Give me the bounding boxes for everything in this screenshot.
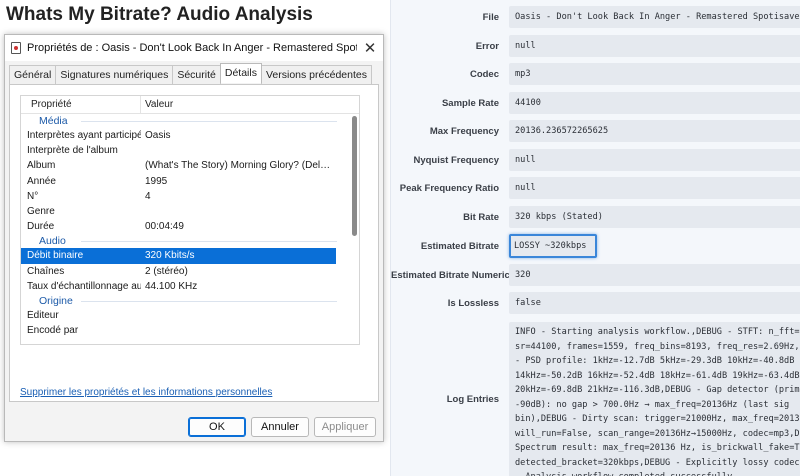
dialog-title: Propriétés de : Oasis - Don't Look Back …	[27, 42, 357, 54]
tab-security[interactable]: Sécurité	[172, 65, 221, 85]
estimated-bitrate-value[interactable]: LOSSY ~320kbps	[509, 234, 597, 258]
property-name: Album	[27, 160, 56, 172]
list-header: Propriété Valeur	[21, 96, 359, 114]
column-header-property[interactable]: Propriété	[21, 96, 141, 113]
log-line: will_run=False, scan_range=20136Hz→15000…	[515, 428, 800, 439]
log-line: - Analysis workflow completed successful…	[515, 470, 800, 476]
field-label: Peak Frequency Ratio	[399, 183, 499, 194]
property-name: Genre	[27, 206, 55, 218]
field-label: Nyquist Frequency	[413, 155, 499, 166]
field-value[interactable]: false	[509, 292, 800, 314]
list-item[interactable]: Interprète de l'album	[21, 143, 359, 158]
group-label: Média	[39, 115, 74, 127]
field-label: Sample Rate	[441, 98, 499, 109]
property-value: 00:04:49	[145, 221, 184, 233]
details-panel: Propriété Valeur Média Interprètes ayant…	[9, 84, 379, 402]
field-label: Max Frequency	[429, 126, 499, 137]
dialog-tabs: Général Signatures numériques Sécurité D…	[9, 63, 372, 85]
group-audio: Audio	[21, 234, 359, 248]
group-media: Média	[21, 114, 359, 128]
group-divider	[81, 121, 337, 122]
close-icon[interactable]: ✕	[357, 35, 383, 61]
column-header-value[interactable]: Valeur	[141, 99, 173, 110]
log-line: 14kHz=-50.2dB 16kHz=-52.4dB 18kHz=-61.4d…	[515, 370, 800, 381]
field-label: Estimated Bitrate	[420, 241, 499, 252]
properties-list[interactable]: Propriété Valeur Média Interprètes ayant…	[20, 95, 360, 345]
tab-details[interactable]: Détails	[219, 63, 262, 83]
field-value[interactable]: 20136.236572265625	[509, 120, 800, 142]
properties-dialog: Propriétés de : Oasis - Don't Look Back …	[4, 34, 384, 442]
list-item[interactable]: N° 4	[21, 189, 359, 204]
field-value[interactable]: 44100	[509, 92, 800, 114]
property-value: 320 Kbits/s	[145, 250, 195, 262]
log-entries-value[interactable]: INFO - Starting analysis workflow.,DEBUG…	[509, 322, 800, 476]
field-label: Bit Rate	[463, 212, 499, 223]
page-title: Whats My Bitrate? Audio Analysis	[6, 4, 313, 25]
cancel-button[interactable]: Annuler	[251, 417, 309, 437]
tab-general[interactable]: Général	[9, 65, 57, 85]
tab-previous-versions[interactable]: Versions précédentes	[260, 65, 372, 85]
list-item[interactable]: Encodé par	[21, 323, 359, 338]
ok-button[interactable]: OK	[188, 417, 246, 437]
log-line: 20kHz=-69.8dB 21kHz=-116.3dB,DEBUG - Gap…	[515, 385, 800, 395]
field-value[interactable]: Oasis - Don't Look Back In Anger - Remas…	[509, 6, 800, 28]
property-name: N°	[27, 190, 39, 202]
log-line: INFO - Starting analysis workflow.,DEBUG…	[515, 327, 800, 337]
group-origin: Origine	[21, 294, 359, 308]
log-line: bin),DEBUG - Dirty scan: trigger=21000Hz…	[515, 414, 800, 424]
apply-button[interactable]: Appliquer	[314, 417, 376, 437]
list-item[interactable]: Durée 00:04:49	[21, 219, 359, 234]
field-label: Is Lossless	[447, 298, 499, 309]
analysis-results: File Oasis - Don't Look Back In Anger - …	[390, 0, 800, 476]
list-item[interactable]: Éditeur	[21, 308, 359, 323]
log-line: sr=44100, frames=1559, freq_bins=8193, f…	[515, 341, 800, 352]
field-value[interactable]: 320	[509, 264, 800, 286]
list-item[interactable]: Année 1995	[21, 174, 359, 189]
tab-digital-signatures[interactable]: Signatures numériques	[55, 65, 174, 85]
field-value[interactable]: 320 kbps (Stated)	[509, 206, 800, 228]
property-name: Année	[27, 175, 56, 187]
list-scrollbar[interactable]	[352, 116, 357, 236]
property-name: Taux d'échantillonnage audio	[27, 280, 141, 292]
field-label: File	[482, 12, 499, 23]
list-item[interactable]: Genre	[21, 204, 359, 219]
property-value: (What's The Story) Morning Glory? (Delux…	[145, 160, 331, 172]
field-value[interactable]: null	[509, 35, 800, 57]
list-item[interactable]: Album (What's The Story) Morning Glory? (…	[21, 158, 359, 173]
property-value: 44.100 KHz	[145, 280, 198, 292]
field-label: Log Entries	[446, 394, 499, 405]
property-value: 1995	[145, 175, 168, 187]
group-label: Audio	[39, 235, 72, 248]
log-line: Spectrum result: max_freq=20136 Hz, is_b…	[515, 443, 800, 453]
list-item-selected[interactable]: Débit binaire 320 Kbits/s	[21, 248, 336, 264]
property-name: Encodé par	[27, 325, 79, 337]
property-name: Débit binaire	[27, 250, 84, 262]
audio-file-icon	[11, 42, 21, 54]
group-divider	[81, 241, 337, 243]
property-value: 4	[145, 190, 151, 202]
log-line: -90dB): no gap > 700.0Hz → max_freq=2013…	[515, 399, 790, 410]
log-line: detected_bracket=320kbps,DEBUG - Explici…	[515, 457, 800, 468]
property-name: Éditeur	[27, 309, 59, 321]
field-value[interactable]: mp3	[509, 63, 800, 85]
field-label: Codec	[469, 69, 499, 80]
list-item[interactable]: Interprètes ayant participé Oasis	[21, 128, 359, 143]
property-value: 2 (stéréo)	[145, 265, 188, 277]
field-label: Estimated Bitrate Numeric	[391, 270, 510, 281]
group-label: Origine	[39, 294, 79, 307]
property-name: Durée	[27, 221, 55, 233]
remove-properties-link[interactable]: Supprimer les propriétés et les informat…	[20, 387, 272, 398]
dialog-titlebar: Propriétés de : Oasis - Don't Look Back …	[5, 35, 383, 61]
log-line: - PSD profile: 1kHz=-12.7dB 5kHz=-29.3dB…	[515, 356, 795, 366]
property-name: Chaînes	[27, 265, 65, 277]
property-name: Interprètes ayant participé	[27, 130, 141, 142]
group-divider	[81, 300, 337, 302]
field-value[interactable]: null	[509, 177, 800, 199]
list-item[interactable]: Taux d'échantillonnage audio 44.100 KHz	[21, 279, 359, 294]
property-value: Oasis	[145, 130, 171, 142]
property-name: Interprète de l'album	[27, 145, 118, 157]
list-item[interactable]: Chaînes 2 (stéréo)	[21, 264, 359, 279]
field-value[interactable]: null	[509, 149, 800, 171]
field-label: Error	[475, 41, 499, 52]
